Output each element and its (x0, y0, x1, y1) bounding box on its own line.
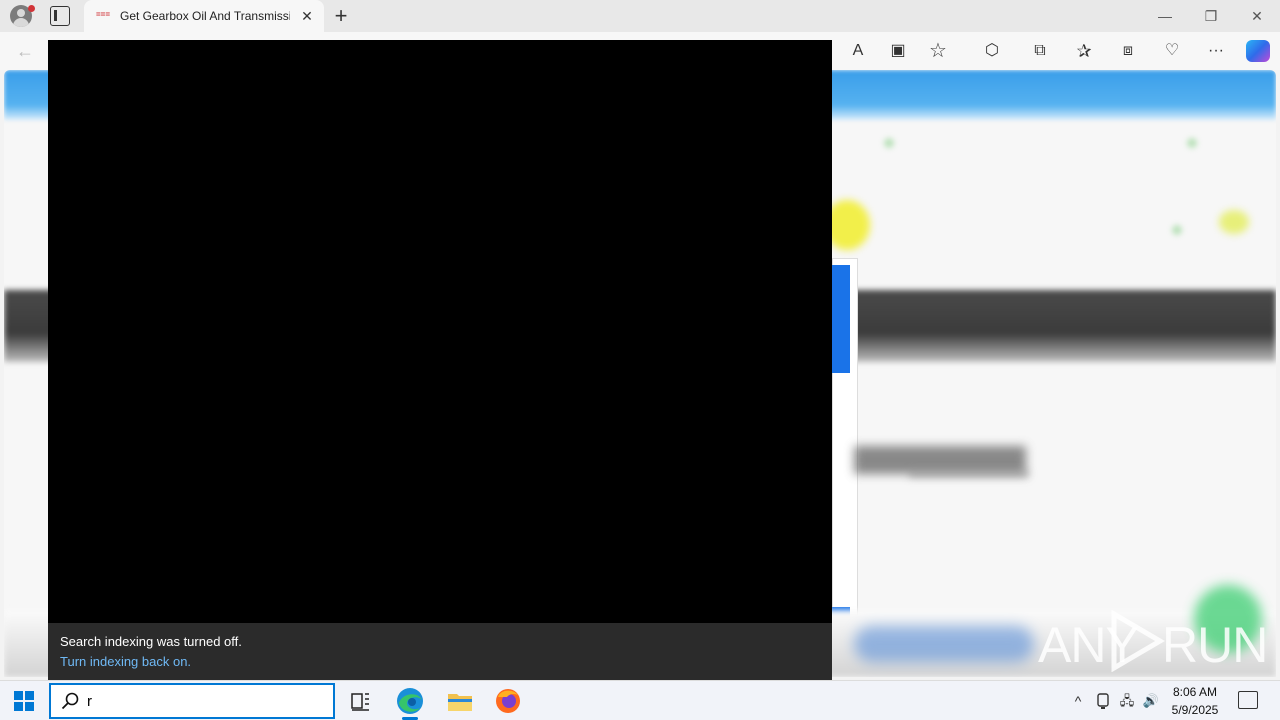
new-tab-button[interactable]: + (330, 4, 352, 28)
indexing-notice: Search indexing was turned off. Turn ind… (48, 623, 832, 680)
clock-date: 5/9/2025 (1171, 703, 1219, 717)
notification-center-icon[interactable] (1238, 691, 1258, 709)
tab-close-icon[interactable]: ✕ (298, 7, 316, 25)
webpage-decor-dot (1187, 138, 1197, 148)
webpage-decor-dot (1172, 225, 1182, 235)
webpage-action-buttons[interactable] (854, 626, 1034, 662)
more-options-icon[interactable]: ··· (1204, 40, 1228, 62)
favorites-icon[interactable]: ✰ (1072, 40, 1096, 62)
network-icon[interactable]: 🖧 (1118, 691, 1136, 711)
clock-time: 8:06 AM (1172, 685, 1218, 699)
anyrun-watermark: ANY RUN (1038, 606, 1268, 676)
back-button[interactable]: ← (16, 40, 38, 62)
webpage-subheadline (909, 470, 1029, 478)
read-aloud-icon[interactable]: A (846, 40, 870, 62)
search-flyout: Search indexing was turned off. Turn ind… (48, 40, 832, 680)
indexing-notice-text: Search indexing was turned off. (60, 634, 242, 649)
immersive-reader-icon[interactable]: ▣ (886, 40, 910, 62)
taskbar-clock[interactable]: 8:06 AM 5/9/2025 (1166, 683, 1224, 719)
file-explorer-icon[interactable] (444, 685, 476, 717)
webpage-blue-bar (832, 265, 850, 373)
start-windows-icon[interactable] (14, 691, 34, 711)
task-view-icon[interactable] (344, 685, 376, 717)
show-hidden-icons-chevron[interactable]: ^ (1070, 691, 1086, 711)
browser-essentials-icon[interactable]: ♡ (1160, 40, 1184, 62)
minimize-button[interactable]: — (1150, 6, 1180, 26)
webpage-yellow-shape (1219, 210, 1249, 234)
split-screen-icon[interactable]: ⧉ (1028, 40, 1052, 62)
edge-browser-icon[interactable] (394, 685, 426, 717)
restore-button[interactable]: ❐ (1196, 6, 1226, 26)
profile-notification-dot (28, 5, 35, 12)
watermark-text-right: RUN (1162, 617, 1268, 673)
firefox-icon[interactable] (492, 685, 524, 717)
collections-icon[interactable]: ⧈ (1116, 40, 1140, 62)
favorite-star-icon[interactable]: ☆ (926, 40, 950, 62)
taskbar-search-box[interactable] (49, 683, 335, 719)
copilot-icon[interactable] (1246, 40, 1270, 62)
taskbar: ^ 🖧 🔊 8:06 AM 5/9/2025 (0, 680, 1280, 720)
search-input[interactable] (87, 690, 327, 712)
browser-tab-bar: === Get Gearbox Oil And Transmission ✕ +… (0, 0, 1280, 32)
extensions-icon[interactable]: ⬡ (980, 40, 1004, 62)
volume-icon[interactable]: 🔊 (1142, 691, 1160, 711)
tab-title: Get Gearbox Oil And Transmission (120, 9, 290, 23)
tab-actions-icon[interactable] (50, 6, 70, 26)
close-window-button[interactable]: ✕ (1242, 6, 1272, 26)
search-icon (61, 692, 79, 710)
webpage-decor-dot (884, 138, 894, 148)
site-favicon-icon: === (96, 10, 111, 19)
play-logo-icon (1111, 610, 1165, 672)
device-icon[interactable] (1095, 692, 1111, 710)
turn-indexing-on-link[interactable]: Turn indexing back on. (60, 654, 191, 669)
browser-tab[interactable]: === Get Gearbox Oil And Transmission ✕ (84, 0, 324, 32)
